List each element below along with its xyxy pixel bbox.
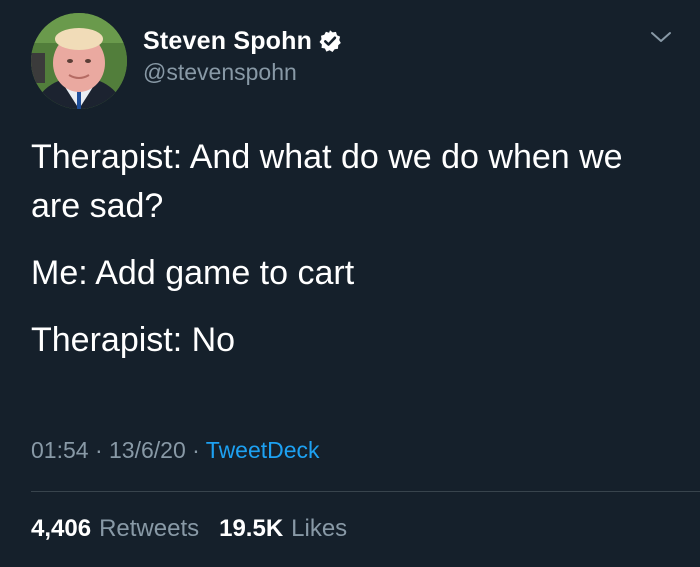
tweet-source-link[interactable]: TweetDeck [206, 437, 320, 463]
tweet-line: Therapist: And what do we do when we are… [31, 138, 623, 225]
likes-label: Likes [291, 515, 348, 542]
meta-separator: · [88, 437, 110, 463]
tweet-card: Steven Spohn @stevenspohn Therapist: And… [0, 0, 700, 567]
retweets-label: Retweets [99, 515, 200, 542]
tweet-line: Therapist: No [31, 321, 236, 359]
author-display-name[interactable]: Steven Spohn [143, 27, 312, 56]
tweet-text: Therapist: And what do we do when we are… [31, 133, 681, 365]
divider [31, 491, 700, 492]
meta-separator: · [185, 437, 206, 463]
retweets-stat[interactable]: 4,406 Retweets [31, 515, 199, 543]
retweets-count: 4,406 [31, 515, 92, 542]
tweet-meta: 01:54 · 13/6/20 · TweetDeck [31, 437, 320, 464]
engagement-stats: 4,406 Retweets 19.5K Likes [31, 515, 347, 543]
verified-badge-icon [318, 29, 342, 53]
likes-count: 19.5K [219, 515, 284, 542]
author-handle[interactable]: @stevenspohn [143, 59, 342, 86]
author-block: Steven Spohn @stevenspohn [143, 24, 342, 86]
tweet-date[interactable]: 13/6/20 [109, 437, 186, 463]
tweet-line: Me: Add game to cart [31, 254, 355, 292]
likes-stat[interactable]: 19.5K Likes [219, 515, 347, 543]
chevron-down-icon[interactable] [648, 24, 674, 50]
author-name-row: Steven Spohn [143, 24, 342, 58]
tweet-time[interactable]: 01:54 [31, 437, 89, 463]
avatar[interactable] [31, 13, 127, 109]
